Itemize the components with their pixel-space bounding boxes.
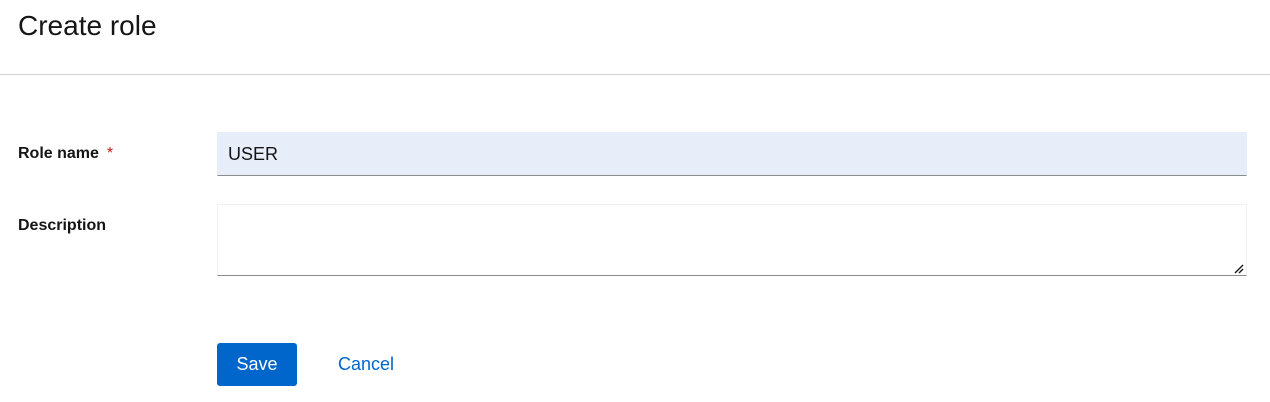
create-role-page: Create role Role name* Description Save …: [0, 0, 1270, 402]
description-label: Description: [18, 217, 107, 234]
description-textarea[interactable]: [217, 204, 1247, 276]
description-row: Description: [0, 204, 1270, 276]
role-name-label-text: Role name: [18, 145, 99, 162]
cancel-button[interactable]: Cancel: [321, 343, 411, 386]
role-name-input[interactable]: [217, 132, 1247, 176]
required-indicator: *: [106, 145, 114, 162]
role-name-label: Role name *: [18, 144, 113, 164]
page-title: Create role: [18, 10, 157, 41]
resize-handle-icon[interactable]: [1232, 262, 1244, 274]
save-button[interactable]: Save: [217, 343, 297, 386]
role-name-row: Role name *: [0, 132, 1270, 176]
page-header: Create role: [0, 0, 1270, 75]
